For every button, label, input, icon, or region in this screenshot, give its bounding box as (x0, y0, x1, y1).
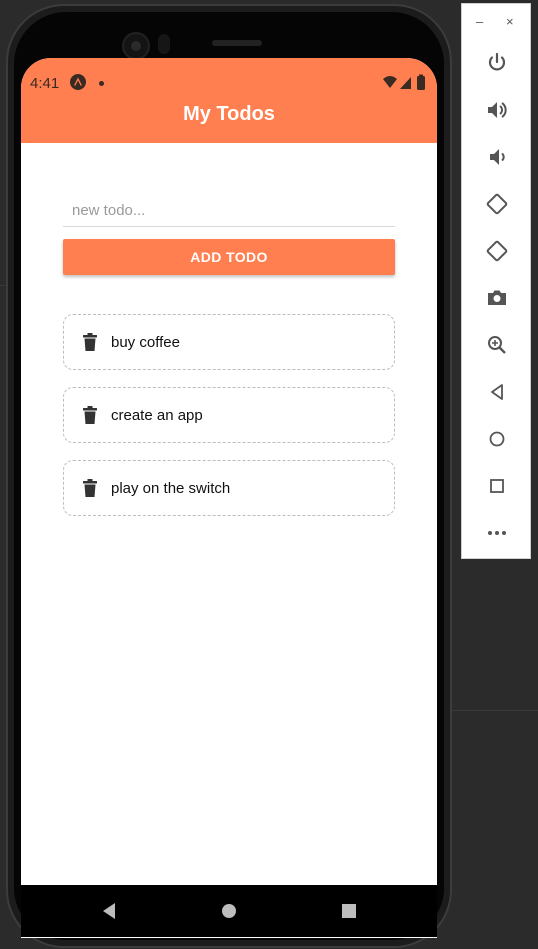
proximity-sensor (158, 34, 170, 54)
back-icon[interactable] (485, 380, 509, 404)
power-icon[interactable] (485, 51, 509, 75)
status-bar: 4:41 (21, 72, 437, 94)
wifi-icon (383, 76, 397, 88)
emulator-window: 4:41 My Todos new todo... ADD TODO buy c… (0, 0, 538, 949)
volume-up-icon[interactable] (485, 98, 509, 122)
emulator-toolbar: – × (461, 3, 531, 559)
trash-icon[interactable] (83, 406, 97, 424)
overview-icon[interactable] (485, 474, 509, 498)
app-title: My Todos (183, 103, 275, 125)
status-time: 4:41 (30, 75, 60, 92)
todo-text: buy coffee (111, 334, 180, 351)
rotate-left-icon[interactable] (485, 192, 509, 216)
app-header: 4:41 My Todos (21, 58, 437, 143)
more-icon[interactable] (485, 521, 509, 545)
trash-icon[interactable] (83, 333, 97, 351)
earpiece-speaker (212, 40, 262, 46)
phone-screen: 4:41 My Todos new todo... ADD TODO buy c… (21, 58, 437, 938)
expo-icon (70, 74, 86, 90)
back-nav-icon[interactable] (101, 902, 117, 925)
rotate-right-icon[interactable] (485, 239, 509, 263)
overview-nav-icon[interactable] (341, 903, 357, 924)
zoom-icon[interactable] (485, 333, 509, 357)
volume-down-icon[interactable] (485, 145, 509, 169)
minimize-button[interactable]: – (476, 14, 483, 29)
front-camera (122, 32, 150, 60)
window-controls: – × (462, 14, 532, 34)
todo-text: create an app (111, 407, 203, 424)
todo-item: play on the switch (63, 460, 395, 516)
signal-icon (400, 77, 411, 89)
home-nav-icon[interactable] (221, 903, 237, 924)
close-button[interactable]: × (506, 14, 514, 29)
todo-item: buy coffee (63, 314, 395, 370)
new-todo-input[interactable] (63, 195, 395, 227)
todo-text: play on the switch (111, 480, 231, 497)
notification-dot (99, 81, 104, 86)
battery-icon (417, 74, 425, 90)
status-icons (381, 74, 429, 92)
trash-icon[interactable] (83, 479, 97, 497)
camera-icon[interactable] (485, 286, 509, 310)
add-todo-button[interactable]: ADD TODO (63, 239, 395, 275)
system-navigation-bar (21, 885, 437, 937)
background-divider (452, 710, 538, 711)
todo-item: create an app (63, 387, 395, 443)
todo-list: buy coffee create an app play on the swi… (63, 314, 395, 533)
home-icon[interactable] (485, 427, 509, 451)
